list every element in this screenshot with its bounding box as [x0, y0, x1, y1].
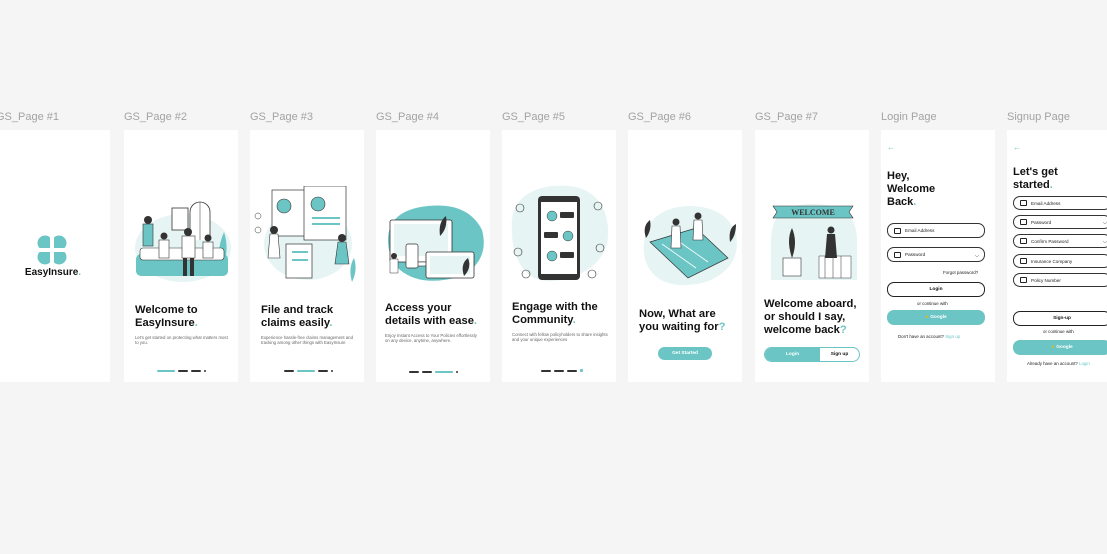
page-title: File and track claims easily.	[261, 304, 334, 329]
frame-gs-page-5[interactable]: Engage with the Community. Connect with f…	[502, 130, 616, 382]
welcome-banner-illustration: WELCOME	[771, 204, 857, 280]
devices-illustration	[388, 205, 484, 281]
frame-gs-page-1[interactable]: EasyInsure.	[0, 130, 110, 382]
eye-toggle-icon[interactable]: ◡	[1103, 219, 1107, 225]
page-subtitle: Enjoy Instant Access to Your Policies ef…	[385, 333, 477, 344]
page-subtitle: Let's get started on protecting what mat…	[135, 335, 228, 346]
frame-label-gs2: GS_Page #2	[124, 111, 187, 123]
signup-link[interactable]: Sign up	[945, 334, 960, 339]
pagination-dots	[409, 371, 458, 373]
back-arrow-icon[interactable]: ←	[1013, 143, 1021, 152]
email-field[interactable]: Email Address	[887, 223, 985, 238]
forgot-password-link[interactable]: Forgot password?	[943, 270, 978, 275]
page-title: Let's get started.	[1013, 166, 1058, 191]
eye-toggle-icon[interactable]: ◡	[975, 252, 979, 258]
signup-prompt: Don't have an account? Sign up	[898, 334, 961, 339]
google-icon: ●	[1051, 345, 1055, 350]
page-title: Engage with the Community.	[512, 301, 598, 326]
signup-button[interactable]: Sign up	[820, 348, 859, 361]
page-title: Access your details with ease.	[385, 302, 478, 327]
lock-icon	[894, 251, 901, 258]
login-link[interactable]: Login	[1079, 361, 1090, 366]
frame-label-gs3: GS_Page #3	[250, 111, 313, 123]
frame-label-gs4: GS_Page #4	[376, 111, 439, 123]
page-title: Now, What are you waiting for?	[639, 308, 726, 333]
mail-icon	[1020, 200, 1027, 206]
frame-gs-page-6[interactable]: Now, What are you waiting for? Get Starte…	[628, 130, 742, 382]
frame-label-gs5: GS_Page #5	[502, 111, 565, 123]
frame-label-login: Login Page	[881, 111, 937, 123]
email-field[interactable]: Email Address	[1013, 196, 1107, 210]
frame-label-gs7: GS_Page #7	[755, 111, 818, 123]
eye-toggle-icon[interactable]: ◡	[1103, 238, 1107, 244]
mail-icon	[894, 227, 901, 234]
or-continue-text: or continue with	[1043, 329, 1074, 334]
page-subtitle: Experience hassle-free claims management…	[261, 335, 353, 346]
google-signin-button[interactable]: ● Google	[1013, 340, 1107, 355]
page-title: Hey, Welcome Back.	[887, 170, 936, 208]
or-continue-text: or continue with	[917, 301, 948, 306]
frame-label-signup: Signup Page	[1007, 111, 1070, 123]
get-started-button[interactable]: Get Started	[658, 347, 712, 360]
page-subtitle: Connect with fellow policyholders to sha…	[512, 332, 608, 343]
login-submit-button[interactable]: Login	[887, 282, 985, 297]
insurance-company-field[interactable]: Insurance Company	[1013, 254, 1107, 268]
policy-number-field[interactable]: Policy Number	[1013, 273, 1107, 287]
frame-gs-page-2[interactable]: Welcome to EasyInsure. Let's get started …	[124, 130, 238, 382]
login-button[interactable]: Login	[765, 348, 820, 361]
pagination-dots	[157, 370, 206, 372]
claims-illustration	[254, 186, 356, 282]
banner-text: WELCOME	[791, 208, 835, 217]
frame-gs-page-7[interactable]: WELCOME Welcome aboard, or should I say, w…	[755, 130, 869, 382]
lock-icon	[1020, 219, 1027, 225]
page-title: Welcome to EasyInsure.	[135, 304, 198, 329]
frame-label-gs6: GS_Page #6	[628, 111, 691, 123]
frame-signup-page[interactable]: ← Let's get started. Email Address Passwo…	[1007, 130, 1107, 382]
clover-logo-icon	[37, 235, 67, 265]
signup-submit-button[interactable]: Sign-up	[1013, 311, 1107, 326]
document-icon	[1020, 277, 1027, 283]
frame-login-page[interactable]: ← Hey, Welcome Back. Email Address Passwor…	[881, 130, 995, 382]
confirm-password-field[interactable]: Confirm Password ◡	[1013, 234, 1107, 248]
pagination-dots	[284, 370, 333, 372]
community-illustration	[511, 185, 609, 282]
page-title: Welcome aboard, or should I say, welcome b…	[764, 298, 857, 336]
auth-toggle: Login Sign up	[764, 347, 860, 362]
frame-gs-page-3[interactable]: File and track claims easily. Experience …	[250, 130, 364, 382]
lock-icon	[1020, 238, 1027, 244]
map-people-illustration	[643, 206, 737, 286]
building-icon	[1020, 258, 1027, 264]
google-icon: ●	[925, 315, 929, 320]
back-arrow-icon[interactable]: ←	[887, 143, 895, 152]
frame-gs-page-4[interactable]: Access your details with ease. Enjoy Inst…	[376, 130, 490, 382]
brand-name: EasyInsure.	[24, 267, 82, 278]
family-illustration	[135, 201, 231, 282]
password-field[interactable]: Password ◡	[1013, 215, 1107, 229]
password-field[interactable]: Password ◡	[887, 247, 985, 262]
frame-label-gs1: GS_Page #1	[0, 111, 59, 123]
pagination-dots	[541, 369, 583, 372]
google-signin-button[interactable]: ● Google	[887, 310, 985, 325]
login-prompt: Already have an account? Login	[1027, 361, 1090, 366]
